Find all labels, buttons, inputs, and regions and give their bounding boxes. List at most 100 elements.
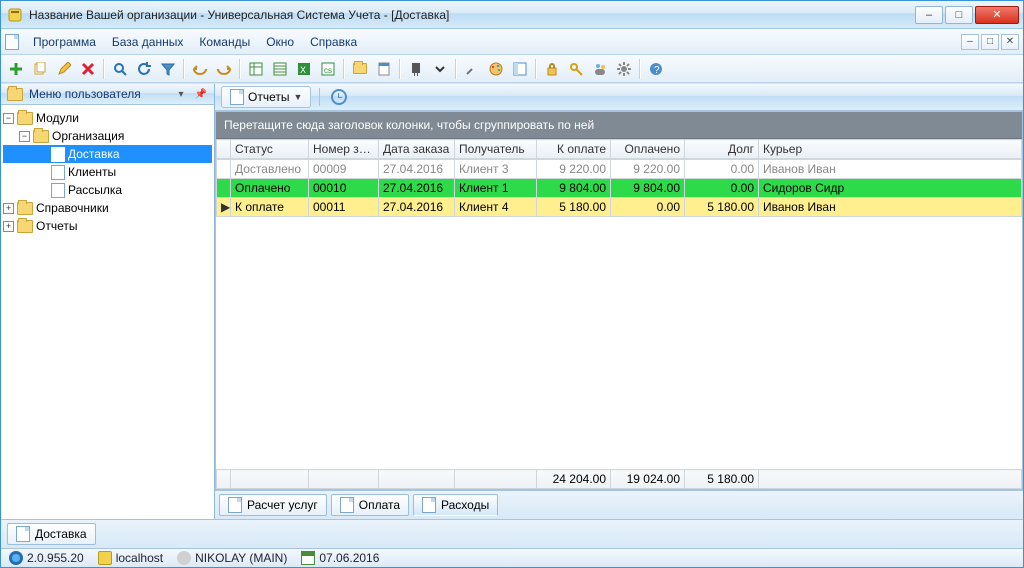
- edit-icon[interactable]: [53, 58, 75, 80]
- document-icon: [230, 89, 244, 105]
- export-csv-icon[interactable]: cs: [317, 58, 339, 80]
- layout-icon[interactable]: [509, 58, 531, 80]
- grid-body[interactable]: Доставлено0000927.04.2016Клиент 3 9 220.…: [216, 159, 1022, 469]
- key-icon[interactable]: [565, 58, 587, 80]
- tab-expenses[interactable]: Расходы: [413, 494, 498, 516]
- open-folder-icon[interactable]: [349, 58, 371, 80]
- reports-dropdown-button[interactable]: Отчеты ▼: [221, 86, 311, 108]
- chevron-down-icon[interactable]: [429, 58, 451, 80]
- col-date[interactable]: Дата заказа: [379, 140, 455, 159]
- col-courier[interactable]: Курьер: [759, 140, 1022, 159]
- collapse-icon[interactable]: −: [3, 113, 14, 124]
- mdi-restore-button[interactable]: □: [981, 34, 999, 50]
- folder-icon: [17, 220, 33, 233]
- col-paid[interactable]: Оплачено: [611, 140, 685, 159]
- version-icon: [9, 551, 23, 565]
- col-number[interactable]: Номер заказа △: [309, 140, 379, 159]
- maximize-button[interactable]: □: [945, 6, 973, 24]
- window-buttons: – □ ✕: [915, 6, 1019, 24]
- col-status[interactable]: Статус: [231, 140, 309, 159]
- database-icon: [98, 551, 112, 565]
- tools-icon[interactable]: [461, 58, 483, 80]
- folder-icon: [7, 88, 23, 101]
- svg-text:X: X: [300, 65, 306, 75]
- task-delivery[interactable]: Доставка: [7, 523, 96, 545]
- table-row[interactable]: Оплачено0001027.04.2016Клиент 1 9 804.00…: [217, 179, 1022, 198]
- tree-catalogs[interactable]: + Справочники: [3, 199, 212, 217]
- export-list-icon[interactable]: [269, 58, 291, 80]
- menu-commands[interactable]: Команды: [191, 32, 258, 52]
- document-icon: [228, 497, 242, 513]
- menu-database[interactable]: База данных: [104, 32, 191, 52]
- redo-icon[interactable]: [213, 58, 235, 80]
- document-icon: [51, 165, 65, 180]
- table-row[interactable]: Доставлено0000927.04.2016Клиент 3 9 220.…: [217, 160, 1022, 179]
- table-row[interactable]: ▶ К оплате0001127.04.2016Клиент 4 5 180.…: [217, 198, 1022, 217]
- data-grid: Перетащите сюда заголовок колонки, чтобы…: [215, 111, 1023, 490]
- close-button[interactable]: ✕: [975, 6, 1019, 24]
- svg-text:cs: cs: [324, 66, 332, 75]
- content-toolbar: Отчеты ▼: [215, 84, 1023, 111]
- sidebar-dropdown-icon[interactable]: ▾: [174, 87, 188, 101]
- current-row-indicator: ▶: [217, 198, 231, 217]
- folder-icon: [17, 112, 33, 125]
- col-debt[interactable]: Долг: [685, 140, 759, 159]
- clock-icon: [331, 89, 347, 105]
- lock-icon[interactable]: [541, 58, 563, 80]
- tree-modules[interactable]: − Модули: [3, 109, 212, 127]
- copy-icon[interactable]: [29, 58, 51, 80]
- app-window: Название Вашей организации - Универсальн…: [0, 0, 1024, 568]
- main-toolbar: X cs ?: [1, 55, 1023, 83]
- status-date: 07.06.2016: [301, 551, 379, 565]
- tree-clients[interactable]: Клиенты: [3, 163, 212, 181]
- mdi-close-button[interactable]: ✕: [1001, 34, 1019, 50]
- undo-icon[interactable]: [189, 58, 211, 80]
- group-hint[interactable]: Перетащите сюда заголовок колонки, чтобы…: [216, 112, 1022, 139]
- refresh-icon[interactable]: [133, 58, 155, 80]
- collapse-icon[interactable]: −: [19, 131, 30, 142]
- export-excel-icon[interactable]: X: [293, 58, 315, 80]
- tab-calculation[interactable]: Расчет услуг: [219, 494, 327, 516]
- tree-reports[interactable]: + Отчеты: [3, 217, 212, 235]
- time-filter-button[interactable]: [328, 86, 350, 108]
- users-icon[interactable]: [589, 58, 611, 80]
- status-host: localhost: [98, 551, 163, 565]
- filter-icon[interactable]: [157, 58, 179, 80]
- folder-icon: [17, 202, 33, 215]
- export-grid-icon[interactable]: [245, 58, 267, 80]
- document-icon: [51, 147, 65, 162]
- row-handle-header: [217, 140, 231, 159]
- menu-help[interactable]: Справка: [302, 32, 365, 52]
- pin-icon[interactable]: 📌: [194, 87, 208, 101]
- col-recipient[interactable]: Получатель: [455, 140, 537, 159]
- help-icon[interactable]: ?: [645, 58, 667, 80]
- tree-mailing[interactable]: Рассылка: [3, 181, 212, 199]
- document-icon: [51, 183, 65, 198]
- menu-program[interactable]: Программа: [25, 32, 104, 52]
- search-icon[interactable]: [109, 58, 131, 80]
- mdi-minimize-button[interactable]: –: [961, 34, 979, 50]
- tree-delivery[interactable]: Доставка: [3, 145, 212, 163]
- svg-text:?: ?: [654, 65, 660, 76]
- status-version: 2.0.955.20: [9, 551, 84, 565]
- expand-icon[interactable]: +: [3, 203, 14, 214]
- minimize-button[interactable]: –: [915, 6, 943, 24]
- delete-icon[interactable]: [77, 58, 99, 80]
- folder-icon: [33, 130, 49, 143]
- expand-icon[interactable]: +: [3, 221, 14, 232]
- document-taskbar: Доставка: [1, 519, 1023, 548]
- tab-payment[interactable]: Оплата: [331, 494, 409, 516]
- app-icon: [7, 7, 23, 23]
- form-icon[interactable]: [373, 58, 395, 80]
- palette-icon[interactable]: [485, 58, 507, 80]
- document-icon: [340, 497, 354, 513]
- plugin-icon[interactable]: [405, 58, 427, 80]
- tree-organization[interactable]: − Организация: [3, 127, 212, 145]
- gear-icon[interactable]: [613, 58, 635, 80]
- col-to-pay[interactable]: К оплате: [537, 140, 611, 159]
- add-icon[interactable]: [5, 58, 27, 80]
- grid-header: Статус Номер заказа △ Дата заказа Получа…: [216, 139, 1022, 159]
- user-icon: [177, 551, 191, 565]
- menu-window[interactable]: Окно: [258, 32, 302, 52]
- document-icon: [16, 526, 30, 542]
